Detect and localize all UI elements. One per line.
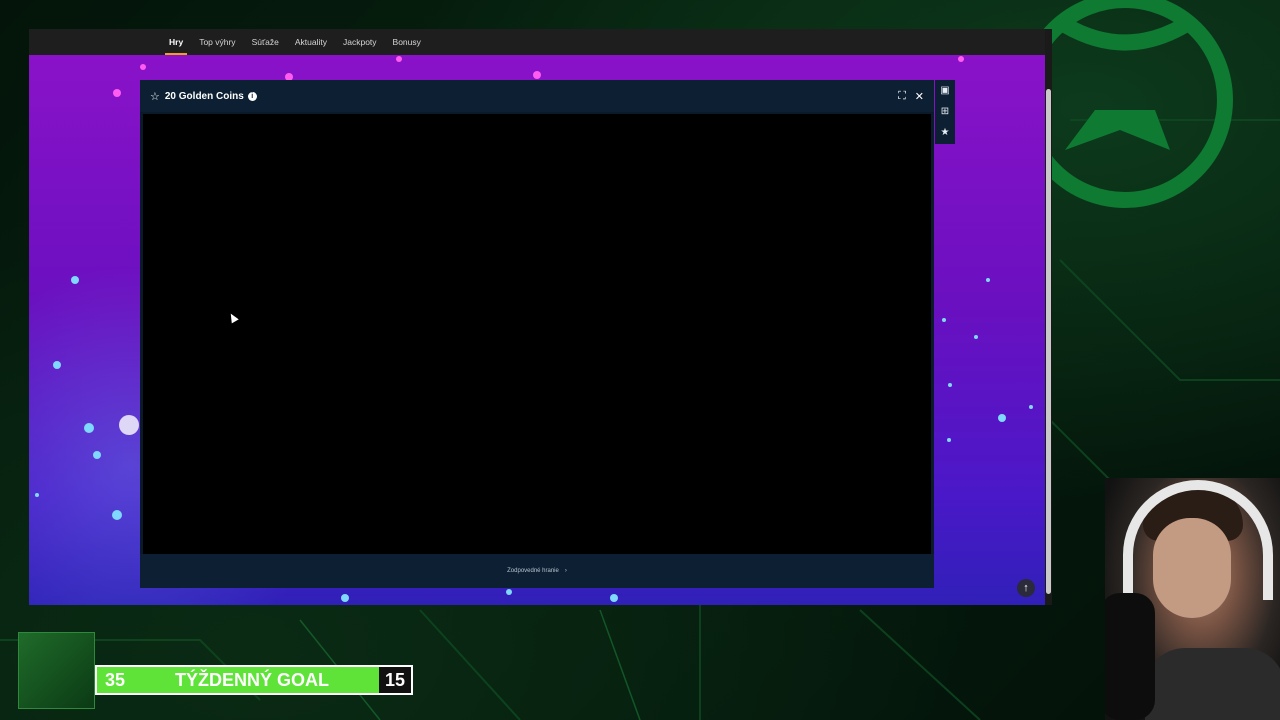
nav-item-jackpoty[interactable]: Jackpoty	[343, 29, 377, 55]
chat-icon[interactable]: ▣	[940, 85, 949, 96]
responsible-gaming-link[interactable]: Zodpovedné hranie ›	[507, 568, 567, 574]
responsible-gaming-label: Zodpovedné hranie	[507, 568, 559, 574]
goal-label: TÝŽDENNÝ GOAL	[174, 669, 329, 690]
webcam-feed	[1105, 478, 1280, 720]
game-canvas[interactable]	[143, 114, 931, 554]
weekly-goal-bar: 35 TÝŽDENNÝ GOAL 15	[95, 665, 413, 695]
scroll-to-top-button[interactable]: ↑	[1017, 579, 1035, 597]
headset	[1123, 480, 1273, 600]
nav-item-bonusy[interactable]: Bonusy	[393, 29, 421, 55]
fullscreen-icon[interactable]: ⛶	[898, 90, 906, 103]
microphone	[1105, 593, 1155, 720]
nav-item-hry[interactable]: Hry	[164, 29, 188, 55]
browser-window: Hry Top výhry Súťaže Aktuality Jackpoty …	[29, 29, 1052, 605]
favorite-star-icon[interactable]: ☆	[150, 90, 160, 103]
close-icon[interactable]: ✕	[915, 90, 924, 103]
info-icon[interactable]: i	[247, 91, 257, 101]
game-modal-header: ☆ 20 Golden Coins i ⛶ ✕	[140, 80, 934, 112]
game-modal-footer: Zodpovedné hranie ›	[140, 554, 934, 588]
gift-icon[interactable]: ⊞	[941, 106, 949, 117]
game-title: 20 Golden Coins	[164, 90, 244, 102]
goal-target-value: 15	[378, 667, 411, 693]
treasure-chest-icon	[18, 632, 95, 709]
streamer-shirt	[1145, 648, 1280, 720]
top-navigation: Hry Top výhry Súťaže Aktuality Jackpoty …	[29, 29, 1045, 55]
side-toolbar: ▣ ⊞ ★	[935, 80, 955, 144]
scrollbar-thumb[interactable]	[1046, 89, 1051, 594]
goal-current-value: 35	[105, 669, 126, 690]
scrollbar[interactable]	[1045, 29, 1052, 605]
nav-item-sutaze[interactable]: Súťaže	[252, 29, 279, 55]
chevron-right-icon: ›	[564, 568, 567, 574]
star-icon[interactable]: ★	[941, 128, 950, 138]
game-modal: ☆ 20 Golden Coins i ⛶ ✕ Zodpovedné hrani…	[140, 80, 934, 588]
nav-item-top-vyhry[interactable]: Top výhry	[199, 29, 235, 55]
nav-item-aktuality[interactable]: Aktuality	[295, 29, 327, 55]
